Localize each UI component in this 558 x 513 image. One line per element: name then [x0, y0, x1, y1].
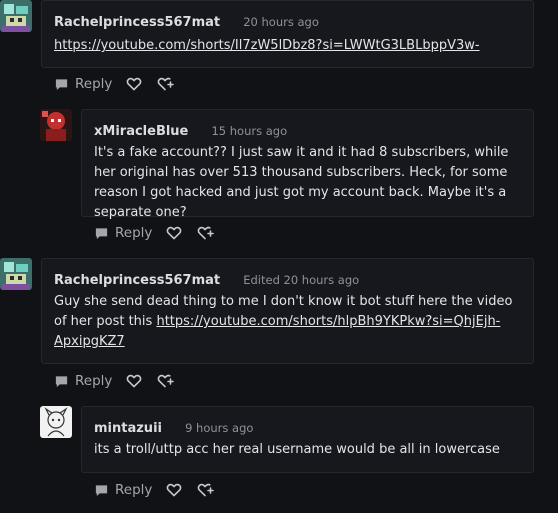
comment-thread: Rachelprincess567mat 20 hours ago https:…	[0, 0, 558, 513]
add-reaction-button[interactable]	[196, 482, 214, 498]
like-button[interactable]	[166, 482, 182, 498]
comment-4: mintazuii 9 hours ago its a troll/uttp a…	[0, 0, 558, 513]
heart-icon	[166, 482, 182, 498]
timestamp: 9 hours ago	[185, 421, 254, 435]
comment-body: its a troll/uttp acc her real username w…	[94, 442, 500, 457]
sketch-character-avatar[interactable]	[40, 406, 72, 438]
comment-actions: Reply	[94, 480, 214, 500]
comment-card: mintazuii 9 hours ago its a troll/uttp a…	[81, 406, 534, 473]
reply-button[interactable]: Reply	[94, 482, 152, 498]
reply-label: Reply	[115, 482, 153, 498]
comment-meta: mintazuii 9 hours ago	[94, 417, 253, 436]
heart-plus-icon	[196, 482, 214, 498]
username[interactable]: mintazuii	[94, 421, 162, 436]
chat-bubble-icon	[94, 483, 109, 498]
